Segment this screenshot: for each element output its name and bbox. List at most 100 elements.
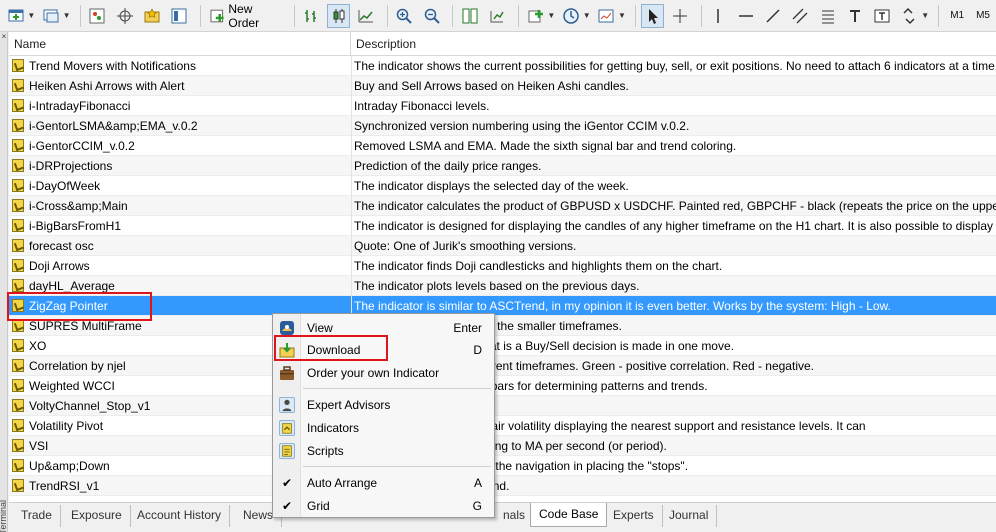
table-row[interactable]: dayHL_Average The indicator plots levels … <box>9 276 996 296</box>
table-row[interactable]: i-IntradayFibonacci Intraday Fibonacci le… <box>9 96 996 116</box>
fibonacci-button[interactable] <box>816 4 839 28</box>
menu-item-grid[interactable]: ✔ Grid G <box>273 495 494 517</box>
equidistant-channel-button[interactable] <box>789 4 812 28</box>
templates-button[interactable] <box>595 4 618 28</box>
market-watch-button[interactable] <box>86 4 109 28</box>
table-row[interactable]: Trend Movers with Notifications The indic… <box>9 56 996 76</box>
column-header-description[interactable]: Description <box>351 32 996 56</box>
menu-item-label: Grid <box>307 499 330 513</box>
row-name: i-DRProjections <box>29 159 113 173</box>
table-row[interactable]: i-Cross&amp;Main The indicator calculates… <box>9 196 996 216</box>
toolbar-separator <box>700 4 702 27</box>
table-row[interactable]: VSI es the volume corresponding to MA per… <box>9 436 996 456</box>
column-divider <box>351 256 352 276</box>
chevron-down-icon[interactable]: ▼ <box>547 11 555 20</box>
row-description: Intraday Fibonacci levels. <box>354 99 490 113</box>
close-icon[interactable]: × <box>0 32 8 42</box>
horizontal-line-icon <box>738 14 753 17</box>
menu-item-label: Auto Arrange <box>307 476 378 490</box>
bar-chart-icon <box>305 9 317 22</box>
table-row[interactable]: XO aging of the data array, that is a Buy… <box>9 336 996 356</box>
tab-code-base[interactable]: Code Base <box>530 503 608 527</box>
chevron-down-icon[interactable]: ▼ <box>27 11 35 20</box>
indicator-icon <box>12 219 24 232</box>
crosshair-button[interactable] <box>668 4 691 28</box>
chevron-down-icon[interactable]: ▼ <box>618 11 626 20</box>
zoom-out-button[interactable] <box>420 4 443 28</box>
menu-item-scripts[interactable]: Scripts <box>273 440 494 462</box>
text-icon <box>849 9 860 22</box>
menu-item-expert-advisors[interactable]: Expert Advisors <box>273 394 494 416</box>
chart-shift-icon <box>490 10 505 22</box>
profiles-button[interactable] <box>39 4 62 28</box>
text-tool-button[interactable] <box>843 4 866 28</box>
tab-experts[interactable]: Experts <box>605 505 663 527</box>
cursor-button[interactable] <box>640 3 665 28</box>
timeframe-m5[interactable]: M5 <box>976 10 990 21</box>
column-header-name[interactable]: Name <box>9 32 351 56</box>
column-divider <box>351 276 352 296</box>
chevron-down-icon[interactable]: ▼ <box>63 11 71 20</box>
expert-advisor-icon <box>279 397 295 413</box>
table-row[interactable]: Heiken Ashi Arrows with Alert Buy and Sel… <box>9 76 996 96</box>
arrows-button[interactable] <box>898 4 921 28</box>
vertical-line-button[interactable] <box>707 4 730 28</box>
candlestick-button[interactable] <box>327 3 351 28</box>
table-row[interactable]: VoltyChannel_Stop_v1w the trend on the m… <box>9 396 996 416</box>
toolbar-separator <box>452 4 454 27</box>
indicators-button[interactable] <box>524 4 547 28</box>
menu-item-auto-arrange[interactable]: ✔ Auto Arrange A <box>273 472 494 494</box>
periods-button[interactable] <box>559 4 582 28</box>
trendline-button[interactable] <box>761 4 784 28</box>
tab-trade[interactable]: Trade <box>13 505 61 527</box>
row-description: The indicator is designed for displaying… <box>354 219 996 233</box>
terminal-window-icon <box>171 8 187 23</box>
zoom-in-button[interactable] <box>393 4 416 28</box>
table-row[interactable]: i-GentorLSMA&amp;EMA_v.0.2 Synchronized v… <box>9 116 996 136</box>
data-window-button[interactable] <box>113 4 136 28</box>
navigator-button[interactable] <box>140 4 163 28</box>
table-row[interactable]: i-GentorCCIM_v.0.2 Removed LSMA and EMA. … <box>9 136 996 156</box>
table-row[interactable]: Volatility Pivot on the basis of currency… <box>9 416 996 436</box>
toolbar-separator <box>79 4 81 27</box>
horizontal-line-button[interactable] <box>734 4 757 28</box>
new-order-button[interactable]: New Order <box>206 2 289 30</box>
indicator-icon <box>279 420 295 436</box>
table-row[interactable]: Correlation by njel rrelation indicator, … <box>9 356 996 376</box>
timeframe-m1[interactable]: M1 <box>950 10 964 21</box>
chevron-down-icon[interactable]: ▼ <box>921 11 929 20</box>
table-row[interactable]: Weighted WCCI w and fast ??I and colors b… <box>9 376 996 396</box>
tab-exposure[interactable]: Exposure <box>63 505 131 527</box>
chevron-down-icon[interactable]: ▼ <box>583 11 591 20</box>
menu-item-order-indicator[interactable]: Order your own Indicator <box>273 362 494 384</box>
chart-shift-button[interactable] <box>486 4 509 28</box>
table-row[interactable]: i-DayOfWeek The indicator displays the se… <box>9 176 996 196</box>
bar-chart-button[interactable] <box>300 4 323 28</box>
toolbar-separator <box>386 4 388 27</box>
table-row[interactable]: forecast osc Quote: One of Jurik's smooth… <box>9 236 996 256</box>
menu-item-indicators[interactable]: Indicators <box>273 417 494 439</box>
table-row[interactable]: Up&amp;Down istance levels. It simplifies… <box>9 456 996 476</box>
table-row[interactable]: TrendRSI_v1n the level breakout\rebound. <box>9 476 996 496</box>
tile-windows-button[interactable] <box>458 4 481 28</box>
toolbar-separator <box>293 4 295 27</box>
table-row[interactable]: ZigZag Pointer The indicator is similar t… <box>9 296 996 316</box>
table-row[interactable]: Doji Arrows The indicator finds Doji cand… <box>9 256 996 276</box>
indicator-icon <box>12 479 24 492</box>
table-row[interactable]: i-BigBarsFromH1 The indicator is designed… <box>9 216 996 236</box>
text-label-button[interactable] <box>871 4 894 28</box>
table-row[interactable]: SUPRES MultiFrameInterestingly, especial… <box>9 316 996 336</box>
column-divider <box>351 176 352 196</box>
tab-signals[interactable]: nals <box>495 505 535 527</box>
tab-journal[interactable]: Journal <box>661 505 718 527</box>
tab-account-history[interactable]: Account History <box>129 505 231 527</box>
profiles-icon <box>43 9 59 22</box>
check-icon: ✔ <box>282 476 293 490</box>
table-row[interactable]: i-DRProjections Prediction of the daily p… <box>9 156 996 176</box>
new-chart-button[interactable] <box>4 4 27 28</box>
menu-item-shortcut: G <box>472 499 482 513</box>
vertical-line-icon <box>717 8 719 23</box>
terminal-button[interactable] <box>168 4 191 28</box>
line-chart-button[interactable] <box>354 4 377 28</box>
column-divider <box>351 196 352 216</box>
